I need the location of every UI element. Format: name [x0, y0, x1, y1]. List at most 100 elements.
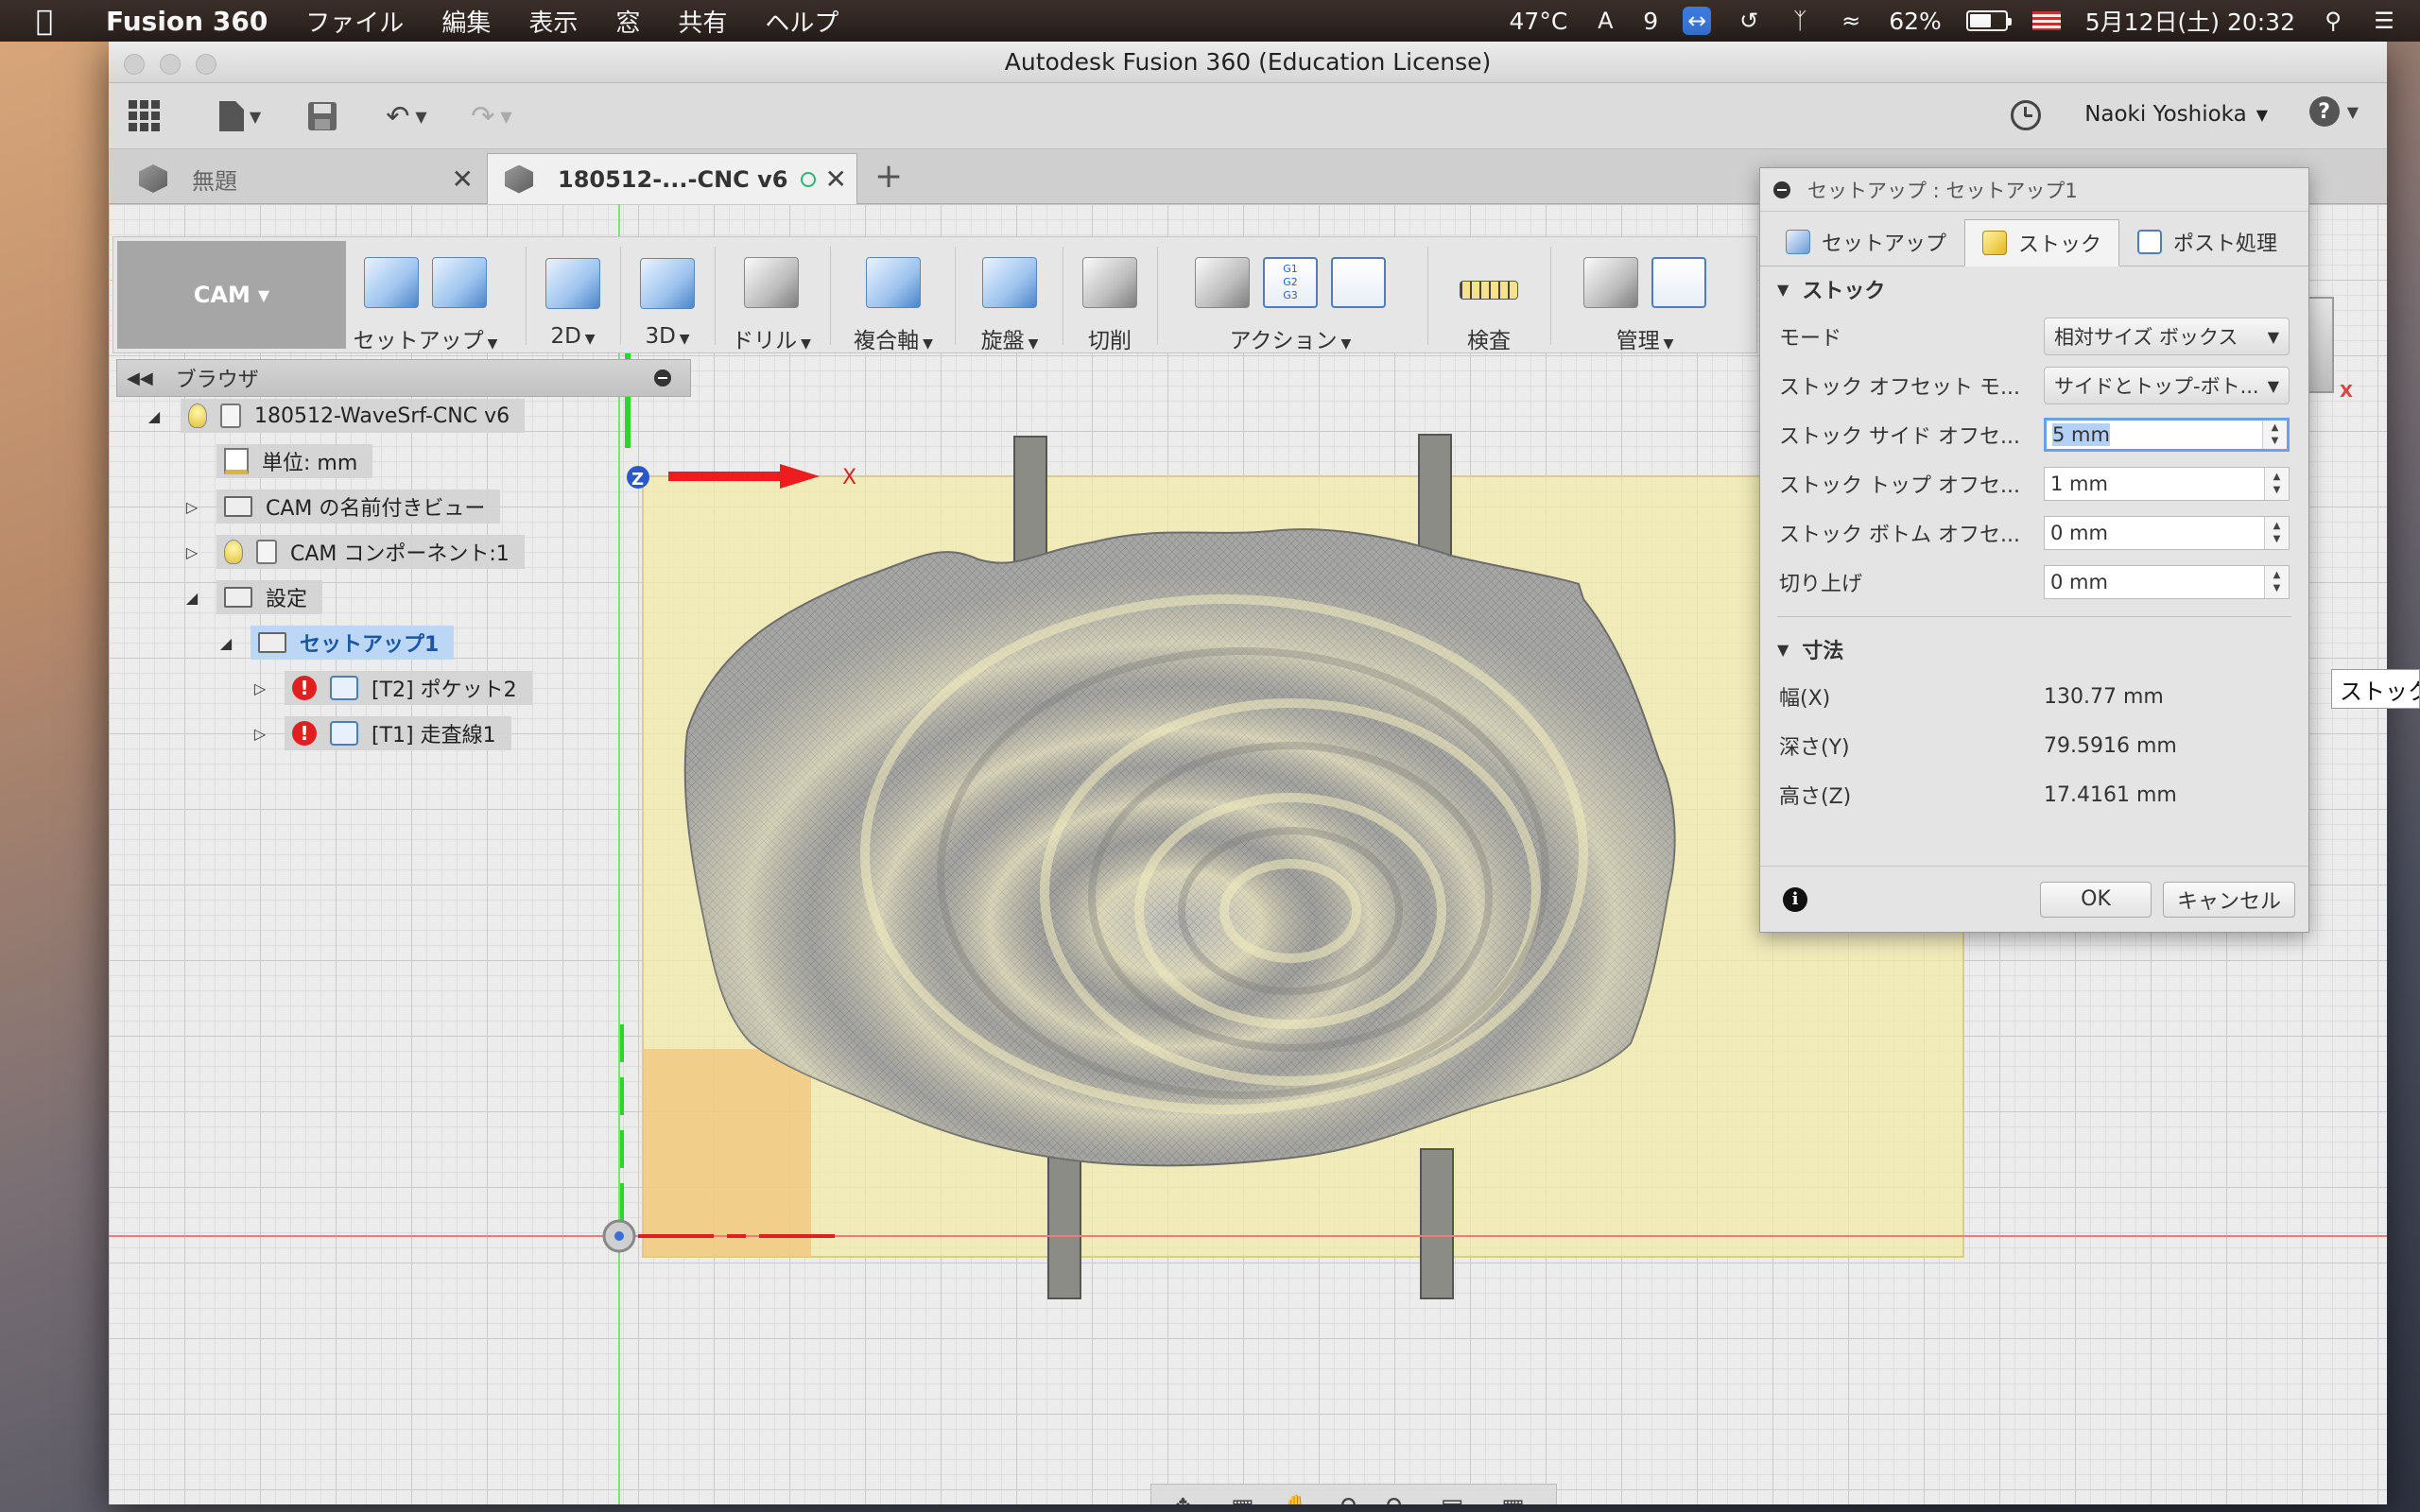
side-offset-input[interactable]: 5 mm ▲ ▼: [2044, 418, 2290, 452]
ok-button[interactable]: OK: [2040, 881, 2152, 918]
spinner-arrows[interactable]: ▲ ▼: [2264, 517, 2289, 549]
expanded-triangle-icon[interactable]: ◢: [215, 634, 237, 652]
wifi-icon[interactable]: ≈: [1838, 7, 1864, 35]
3d-group-label: 3D: [645, 324, 676, 349]
tab-stock[interactable]: ストック: [1964, 219, 2120, 266]
clock[interactable]: 5月12日(土) 20:32: [2085, 4, 2295, 38]
tree-setup1[interactable]: ◢ セットアップ1: [215, 624, 455, 662]
battery-icon[interactable]: [1965, 10, 2012, 31]
multi-axis-group[interactable]: 複合軸 ▼: [841, 237, 945, 354]
actions-group[interactable]: G1 G2 G3 アクション ▼: [1172, 237, 1409, 354]
notification-center-icon[interactable]: ☰: [2371, 7, 2397, 35]
cutting-group[interactable]: 切削: [1072, 237, 1148, 354]
fit-icon[interactable]: ⚲▼: [1385, 1494, 1413, 1504]
3d-group[interactable]: 3D ▼: [630, 237, 705, 354]
apple-menu-icon[interactable]: : [36, 5, 78, 38]
drill-group[interactable]: ドリル ▼: [724, 237, 819, 354]
cancel-button[interactable]: キャンセル: [2163, 881, 2295, 918]
tree-units-label: 単位: mm: [262, 452, 358, 475]
mode-row: モード 相対サイズ ボックス ▼: [1760, 312, 2308, 361]
menu-share[interactable]: 共有: [678, 4, 727, 39]
grid-settings-icon[interactable]: ▦▼: [1501, 1494, 1534, 1504]
minimize-dialog-icon[interactable]: [1773, 180, 1790, 198]
visibility-bulb-icon[interactable]: [224, 540, 243, 564]
spinner-arrows[interactable]: ▲ ▼: [2264, 468, 2289, 500]
turning-icon[interactable]: [982, 257, 1037, 308]
bottom-offset-input[interactable]: 0 mm ▲ ▼: [2044, 516, 2290, 550]
badge-count[interactable]: 9: [1643, 8, 1658, 35]
setup-sheet-icon[interactable]: [1331, 257, 1386, 308]
setup-group[interactable]: セットアップ ▼: [350, 237, 501, 354]
units-icon: [224, 448, 249, 474]
spinner-arrows[interactable]: ▲ ▼: [2264, 566, 2289, 598]
browser-panel-header[interactable]: ◀◀ ブラウザ: [116, 359, 691, 397]
top-offset-input[interactable]: 1 mm ▲ ▼: [2044, 467, 2290, 501]
collapse-browser-icon[interactable]: ◀◀: [127, 369, 153, 388]
zoom-icon[interactable]: ⚲: [1340, 1494, 1357, 1504]
collapsed-triangle-icon[interactable]: ▷: [249, 679, 271, 697]
round-up-input[interactable]: 0 mm ▲ ▼: [2044, 565, 2290, 599]
teamviewer-icon[interactable]: ↔: [1683, 7, 1712, 35]
manage-group[interactable]: 管理 ▼: [1560, 237, 1730, 354]
input-source-flag-icon[interactable]: [2031, 11, 2061, 30]
temperature-status[interactable]: 47°C: [1510, 8, 1568, 35]
collapsed-triangle-icon[interactable]: ▷: [181, 498, 203, 516]
inspect-group[interactable]: 検査: [1437, 237, 1541, 354]
minimize-browser-icon[interactable]: [654, 369, 671, 387]
tree-units[interactable]: 単位: mm: [216, 442, 373, 480]
offset-mode-select[interactable]: サイドとトップ-ボト... ▼: [2044, 367, 2290, 404]
post-process-gcode-icon[interactable]: G1 G2 G3: [1263, 257, 1318, 308]
wave-surface-model[interactable]: [683, 528, 1676, 1167]
menu-edit[interactable]: 編集: [441, 4, 491, 39]
menu-help[interactable]: ヘルプ: [765, 4, 838, 39]
look-at-icon[interactable]: ▦: [1231, 1494, 1254, 1504]
adobe-icon[interactable]: A: [1592, 7, 1618, 35]
cutting-icon[interactable]: [1082, 257, 1137, 308]
tree-operation-pocket2[interactable]: ▷ ! [T2] ポケット2: [249, 669, 532, 707]
tree-named-views[interactable]: ▷ CAM の名前付きビュー: [181, 488, 501, 525]
new-setup-icon[interactable]: [364, 257, 419, 308]
dimensions-section-header[interactable]: ▼ 寸法: [1760, 627, 2308, 672]
depth-value: 79.5916 mm: [2044, 733, 2177, 758]
expanded-triangle-icon[interactable]: ◢: [143, 407, 165, 425]
app-menu[interactable]: Fusion 360: [106, 6, 268, 37]
tree-cam-component[interactable]: ▷ CAM コンポーネント:1: [181, 533, 525, 571]
drill-icon[interactable]: [744, 257, 799, 308]
spinner-arrows[interactable]: ▲ ▼: [2262, 421, 2287, 449]
spotlight-search-icon[interactable]: ⚲: [2320, 7, 2346, 35]
menu-view[interactable]: 表示: [528, 4, 578, 39]
orbit-icon[interactable]: ✥▼: [1172, 1494, 1203, 1504]
template-icon[interactable]: [1651, 257, 1706, 308]
display-settings-icon[interactable]: ▤▼: [1441, 1494, 1474, 1504]
measure-ruler-icon[interactable]: [1460, 281, 1518, 300]
setup-folder-icon[interactable]: [432, 257, 487, 308]
drill-group-label: ドリル: [732, 329, 798, 353]
3d-adaptive-icon[interactable]: [640, 258, 695, 309]
tree-setups[interactable]: ◢ 設定: [181, 578, 323, 616]
mode-select[interactable]: 相対サイズ ボックス ▼: [2044, 318, 2290, 355]
bluetooth-icon[interactable]: ᛉ: [1787, 7, 1813, 35]
2d-group[interactable]: 2D ▼: [535, 237, 611, 354]
pan-hand-icon[interactable]: ✋: [1282, 1494, 1312, 1504]
2d-pocket-icon[interactable]: [545, 258, 600, 309]
workspace-switcher[interactable]: CAM ▼: [117, 241, 346, 349]
collapsed-triangle-icon[interactable]: ▷: [181, 543, 203, 561]
tree-operation-scallop1[interactable]: ▷ ! [T1] 走査線1: [249, 714, 511, 752]
tree-root[interactable]: ◢ 180512-WaveSrf-CNC v6: [143, 397, 526, 435]
stock-section-header[interactable]: ▼ ストック: [1760, 266, 2308, 312]
menu-window[interactable]: 窓: [615, 4, 640, 39]
turning-group[interactable]: 旋盤 ▼: [964, 237, 1055, 354]
visibility-bulb-icon[interactable]: [188, 404, 207, 428]
info-icon[interactable]: i: [1783, 886, 1807, 912]
collapsed-triangle-icon[interactable]: ▷: [249, 725, 271, 743]
multi-axis-icon[interactable]: [866, 257, 921, 308]
time-machine-icon[interactable]: ↺: [1736, 7, 1762, 35]
tab-setup[interactable]: セットアップ: [1768, 218, 1964, 266]
simulate-icon[interactable]: [1195, 257, 1250, 308]
menu-file[interactable]: ファイル: [305, 4, 404, 39]
offset-mode-label: ストック オフセット モ...: [1779, 376, 2020, 400]
tab-post-process[interactable]: ポスト処理: [2119, 218, 2295, 266]
expanded-triangle-icon[interactable]: ◢: [181, 589, 203, 607]
dialog-titlebar[interactable]: セットアップ : セットアップ1: [1760, 168, 2308, 212]
tool-library-icon[interactable]: [1583, 257, 1638, 308]
